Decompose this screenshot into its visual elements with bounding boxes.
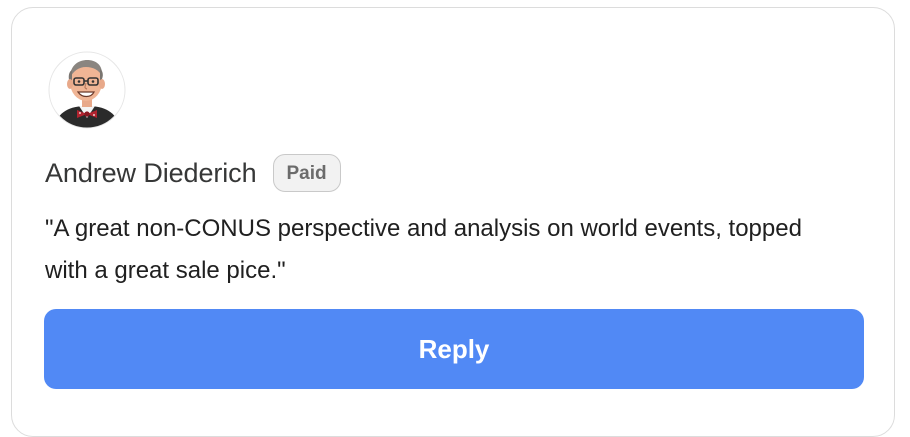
author-name: Andrew Diederich [45,157,257,188]
comment-text: "A great non-CONUS perspective and analy… [45,215,802,284]
caricature-avatar-icon [48,51,126,129]
testimonial-card: Andrew Diederich Paid "A great non-CONUS… [11,7,895,437]
paid-badge: Paid [272,154,341,192]
reply-button[interactable]: Reply [44,309,864,389]
avatar [47,50,127,130]
author-row: Andrew Diederich Paid [45,154,341,192]
